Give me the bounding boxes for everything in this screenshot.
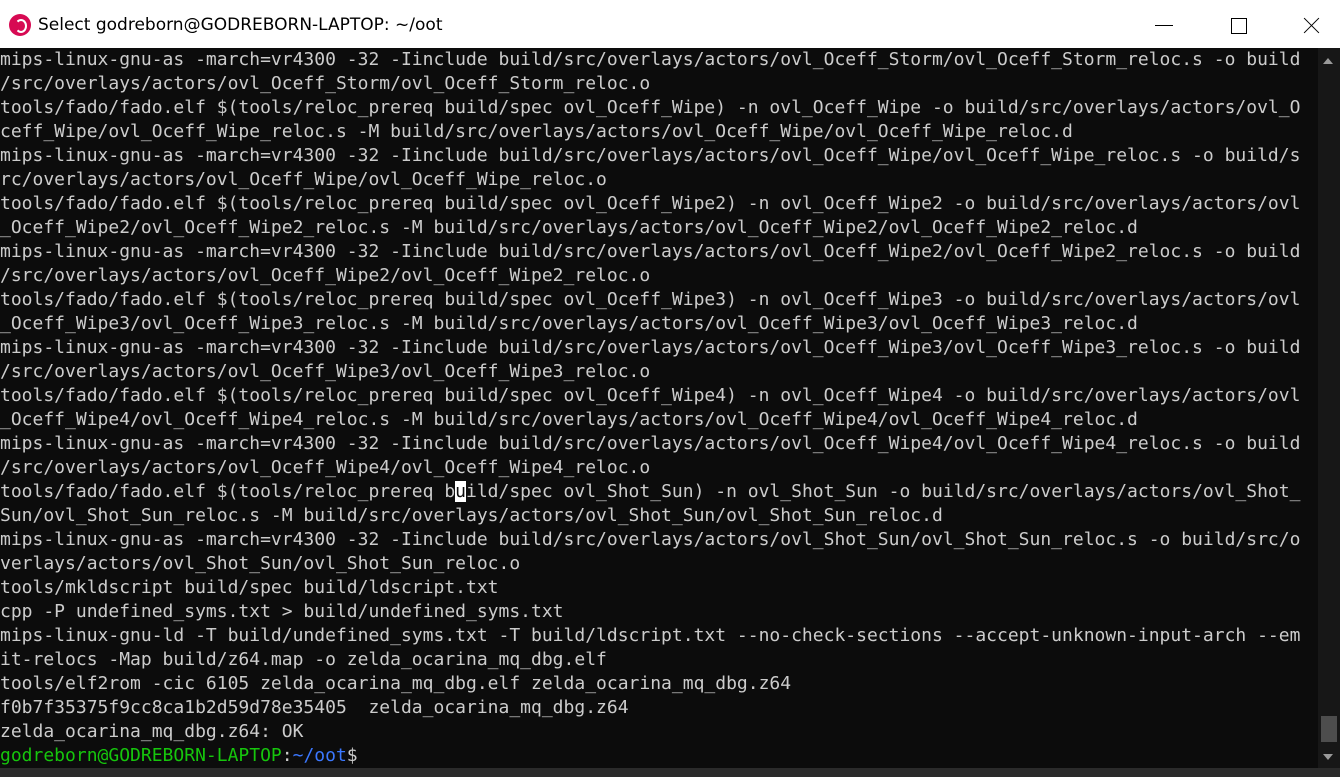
scroll-up-arrow-icon[interactable] bbox=[1323, 58, 1333, 64]
output-line: f0b7f35375f9cc8ca1b2d59d78e35405 zelda_o… bbox=[0, 697, 629, 718]
output-line: mips-linux-gnu-as -march=vr4300 -32 -Iin… bbox=[0, 529, 1301, 550]
title-bar[interactable]: Select godreborn@GODREBORN-LAPTOP: ~/oot bbox=[0, 0, 1340, 48]
debian-swirl-icon[interactable] bbox=[9, 14, 31, 36]
output-line: mips-linux-gnu-as -march=vr4300 -32 -Iin… bbox=[0, 145, 1301, 166]
terminal-output[interactable]: mips-linux-gnu-as -march=vr4300 -32 -Iin… bbox=[0, 48, 1318, 768]
scroll-down-arrow-icon[interactable] bbox=[1323, 754, 1333, 760]
output-line: tools/elf2rom -cic 6105 zelda_ocarina_mq… bbox=[0, 673, 792, 694]
output-line: zelda_ocarina_mq_dbg.z64: OK bbox=[0, 721, 304, 742]
vertical-scrollbar[interactable] bbox=[1318, 48, 1340, 768]
output-line-with-cursor: tools/fado/fado.elf $(tools/reloc_prereq… bbox=[0, 480, 1318, 504]
shell-prompt[interactable]: godreborn@GODREBORN-LAPTOP:~/oot$ bbox=[0, 744, 1318, 768]
prompt-user-host: godreborn@GODREBORN-LAPTOP bbox=[0, 745, 282, 766]
output-line: Sun/ovl_Shot_Sun_reloc.s -M build/src/ov… bbox=[0, 505, 943, 526]
output-line: verlays/actors/ovl_Shot_Sun/ovl_Shot_Sun… bbox=[0, 553, 521, 574]
output-line: /src/overlays/actors/ovl_Oceff_Wipe3/ovl… bbox=[0, 361, 651, 382]
output-line: /src/overlays/actors/ovl_Oceff_Wipe2/ovl… bbox=[0, 265, 651, 286]
output-line: tools/fado/fado.elf $(tools/reloc_prereq… bbox=[0, 289, 1301, 310]
output-line: _Oceff_Wipe3/ovl_Oceff_Wipe3_reloc.s -M … bbox=[0, 313, 1138, 334]
output-line: it-relocs -Map build/z64.map -o zelda_oc… bbox=[0, 649, 607, 670]
maximize-button[interactable] bbox=[1202, 0, 1272, 48]
terminal-window: Select godreborn@GODREBORN-LAPTOP: ~/oot… bbox=[0, 0, 1340, 777]
prompt-separator: : bbox=[281, 745, 293, 766]
output-line: tools/fado/fado.elf $(tools/reloc_prereq… bbox=[0, 193, 1301, 214]
output-line: _Oceff_Wipe2/ovl_Oceff_Wipe2_reloc.s -M … bbox=[0, 217, 1138, 238]
output-line: tools/mkldscript build/spec build/ldscri… bbox=[0, 577, 499, 598]
output-line: /src/overlays/actors/ovl_Oceff_Storm/ovl… bbox=[0, 73, 651, 94]
prompt-path: ~/oot bbox=[292, 745, 347, 766]
output-line: tools/fado/fado.elf $(tools/reloc_prereq… bbox=[0, 385, 1301, 406]
minimize-button[interactable] bbox=[1130, 0, 1200, 48]
output-line: mips-linux-gnu-as -march=vr4300 -32 -Iin… bbox=[0, 337, 1301, 358]
output-line: mips-linux-gnu-as -march=vr4300 -32 -Iin… bbox=[0, 433, 1301, 454]
output-line: rc/overlays/actors/ovl_Oceff_Wipe/ovl_Oc… bbox=[0, 169, 607, 190]
output-line: mips-linux-gnu-ld -T build/undefined_sym… bbox=[0, 625, 1301, 646]
output-line: mips-linux-gnu-as -march=vr4300 -32 -Iin… bbox=[0, 49, 1301, 70]
scrollbar-thumb[interactable] bbox=[1321, 716, 1337, 742]
output-line: ceff_Wipe/ovl_Oceff_Wipe_reloc.s -M buil… bbox=[0, 121, 1073, 142]
cursor-line-after: ild/spec ovl_Shot_Sun) -n ovl_Shot_Sun -… bbox=[466, 481, 1301, 502]
output-line: cpp -P undefined_syms.txt > build/undefi… bbox=[0, 601, 564, 622]
window-title: Select godreborn@GODREBORN-LAPTOP: ~/oot bbox=[38, 15, 443, 35]
close-button[interactable] bbox=[1272, 0, 1340, 48]
output-line: tools/fado/fado.elf $(tools/reloc_prereq… bbox=[0, 97, 1301, 118]
cursor-line-before: tools/fado/fado.elf $(tools/reloc_prereq… bbox=[0, 481, 456, 502]
output-line: _Oceff_Wipe4/ovl_Oceff_Wipe4_reloc.s -M … bbox=[0, 409, 1138, 430]
window-bottom-edge bbox=[0, 768, 1340, 777]
output-line: mips-linux-gnu-as -march=vr4300 -32 -Iin… bbox=[0, 241, 1301, 262]
text-cursor: u bbox=[455, 481, 466, 502]
output-line: /src/overlays/actors/ovl_Oceff_Wipe4/ovl… bbox=[0, 457, 651, 478]
prompt-symbol: $ bbox=[346, 745, 358, 766]
